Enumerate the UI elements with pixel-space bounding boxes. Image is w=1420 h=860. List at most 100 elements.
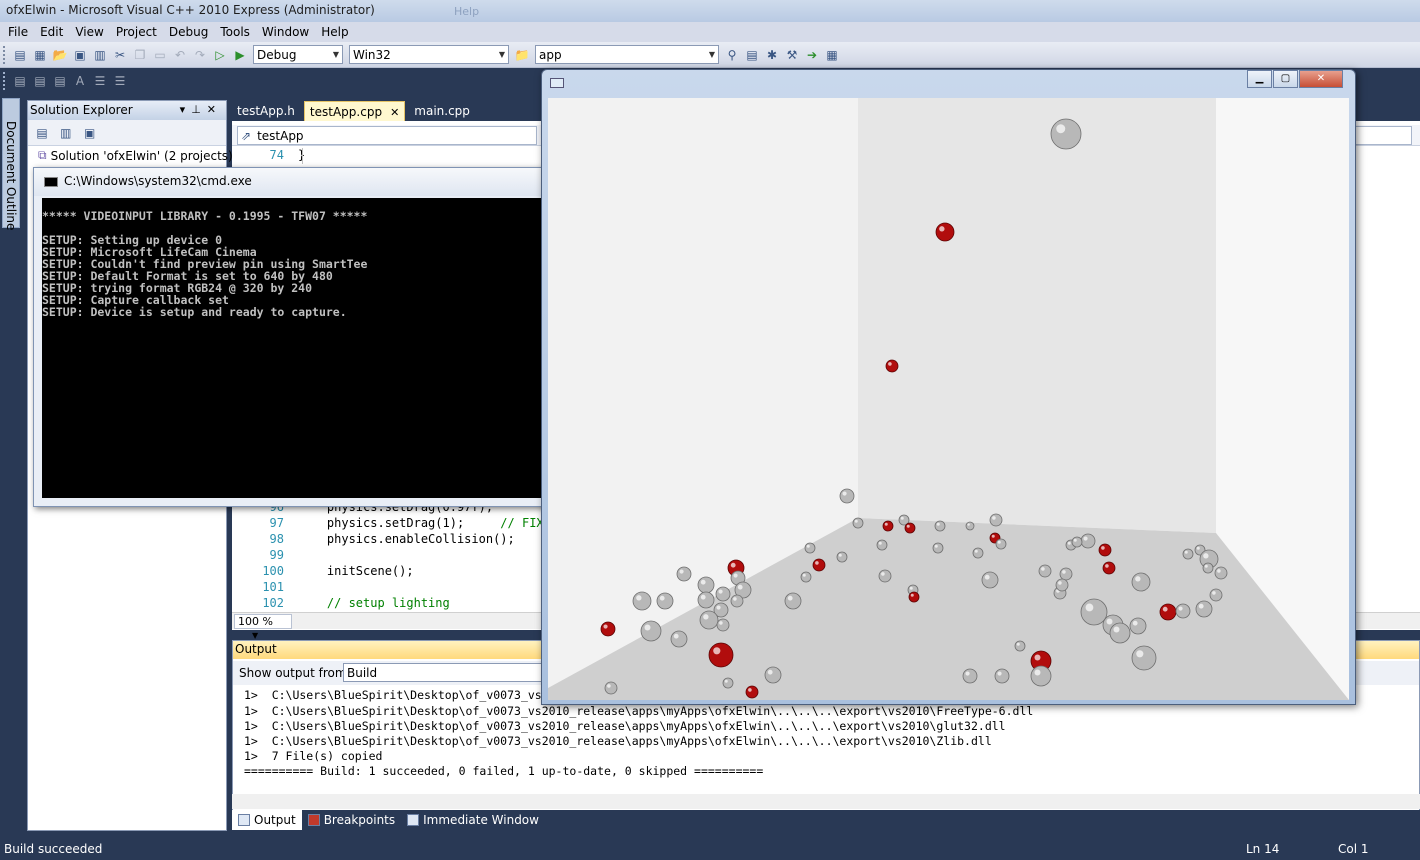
chevron-down-icon: ▼ bbox=[708, 50, 715, 59]
start-icon[interactable]: ▶ bbox=[232, 47, 248, 63]
menu-view[interactable]: View bbox=[69, 23, 109, 41]
ball-highlight bbox=[1196, 546, 1200, 550]
configuration-select[interactable]: Debug ▼ bbox=[253, 45, 343, 64]
minimize-button[interactable]: ▁ bbox=[1247, 70, 1272, 88]
ball-highlight bbox=[1204, 564, 1208, 568]
tab-main-cpp[interactable]: main.cpp bbox=[409, 101, 475, 121]
find-icon[interactable]: ⚲ bbox=[724, 47, 740, 63]
grey-ball bbox=[784, 592, 802, 610]
menu-tools[interactable]: Tools bbox=[214, 23, 256, 41]
ball-highlight bbox=[1113, 626, 1120, 633]
title-bar: ofxElwin - Microsoft Visual C++ 2010 Exp… bbox=[0, 0, 1420, 22]
code-text: physics.setDrag(1); bbox=[298, 516, 501, 530]
ball-highlight bbox=[802, 573, 806, 577]
tab-output[interactable]: Output bbox=[232, 810, 302, 830]
parameter-info-icon[interactable]: ▤ bbox=[32, 73, 48, 89]
ball-highlight bbox=[815, 561, 819, 565]
ofx-app-window[interactable]: ▁ ▢ ✕ bbox=[541, 69, 1356, 705]
toolbar-grip[interactable] bbox=[3, 45, 7, 64]
solution-root-item[interactable]: ⧉ Solution 'ofxElwin' (2 projects) bbox=[38, 148, 233, 163]
line-separator bbox=[302, 148, 303, 164]
close-icon[interactable]: ✕ bbox=[207, 103, 222, 116]
ball-highlight bbox=[787, 595, 793, 601]
platform-select[interactable]: Win32 ▼ bbox=[349, 45, 509, 64]
menu-project[interactable]: Project bbox=[110, 23, 163, 41]
grey-ball bbox=[1214, 566, 1228, 580]
menu-file[interactable]: File bbox=[2, 23, 34, 41]
standard-toolbar: ▤ ▦ 📂 ▣ ▥ ✂ ❐ ▭ ↶ ↷ ▷ ▶ Debug ▼ Win32 ▼ 📁 … bbox=[0, 42, 1420, 68]
start-page-icon[interactable]: ➔ bbox=[804, 47, 820, 63]
line-number: 97 bbox=[269, 516, 284, 530]
menu-edit[interactable]: Edit bbox=[34, 23, 69, 41]
grey-ball bbox=[716, 618, 730, 632]
menu-help[interactable]: Help bbox=[315, 23, 354, 41]
solution-explorer-icon[interactable]: ▤ bbox=[744, 47, 760, 63]
grey-ball bbox=[1109, 622, 1131, 644]
pin-icon[interactable]: ⊥ bbox=[191, 103, 207, 116]
comment-icon[interactable]: ☰ bbox=[92, 73, 108, 89]
ball-highlight bbox=[713, 647, 721, 655]
cmd-title-bar[interactable]: C:\Windows\system32\cmd.exe bbox=[34, 168, 552, 196]
toolbox-icon[interactable]: ⚒ bbox=[784, 47, 800, 63]
red-ball bbox=[1098, 543, 1112, 557]
uncomment-icon[interactable]: ☰ bbox=[112, 73, 128, 89]
solution-root-label: Solution 'ofxElwin' (2 projects) bbox=[50, 148, 233, 163]
word-completion-icon[interactable]: A bbox=[72, 73, 88, 89]
paste-icon[interactable]: ▭ bbox=[152, 47, 168, 63]
grey-ball bbox=[876, 539, 888, 551]
properties-icon[interactable]: ✱ bbox=[764, 47, 780, 63]
status-line: Ln 14 bbox=[1246, 842, 1280, 856]
tab-testapp-cpp[interactable]: testApp.cpp ✕ bbox=[303, 101, 406, 121]
find-combo[interactable]: app ▼ bbox=[535, 45, 719, 64]
grey-ball bbox=[1182, 548, 1194, 560]
output-horizontal-scrollbar[interactable] bbox=[232, 794, 1420, 809]
cmd-window[interactable]: C:\Windows\system32\cmd.exe ***** VIDEOI… bbox=[33, 167, 553, 507]
undo-icon[interactable]: ↶ bbox=[172, 47, 188, 63]
grey-ball bbox=[981, 571, 999, 589]
close-button[interactable]: ✕ bbox=[1299, 70, 1343, 88]
find-in-files-icon[interactable]: 📁 bbox=[514, 47, 530, 63]
menu-debug[interactable]: Debug bbox=[163, 23, 214, 41]
add-item-icon[interactable]: ▦ bbox=[32, 47, 48, 63]
ball-highlight bbox=[679, 569, 684, 574]
new-project-icon[interactable]: ▤ bbox=[12, 47, 28, 63]
save-all-icon[interactable]: ▥ bbox=[92, 47, 108, 63]
ball-highlight bbox=[1162, 606, 1168, 612]
ball-highlight bbox=[910, 593, 914, 597]
solution-explorer-title: Solution Explorer bbox=[30, 103, 133, 117]
cut-icon[interactable]: ✂ bbox=[112, 47, 128, 63]
grey-ball bbox=[1038, 564, 1052, 578]
output-line: ========== Build: 1 succeeded, 0 failed,… bbox=[244, 764, 764, 778]
display-object-info-icon[interactable]: ▤ bbox=[12, 73, 28, 89]
copy-icon[interactable]: ❐ bbox=[132, 47, 148, 63]
document-outline-tab[interactable]: Document Outline bbox=[2, 98, 20, 230]
red-ball bbox=[885, 359, 899, 373]
extension-manager-icon[interactable]: ▦ bbox=[824, 47, 840, 63]
refresh-icon[interactable]: ▣ bbox=[82, 125, 98, 141]
scope-value: testApp bbox=[257, 128, 304, 143]
red-ball bbox=[908, 591, 920, 603]
start-debugging-icon[interactable]: ▷ bbox=[212, 47, 228, 63]
ball-highlight bbox=[965, 671, 970, 676]
ball-highlight bbox=[984, 574, 990, 580]
show-all-files-icon[interactable]: ▥ bbox=[58, 125, 74, 141]
quick-info-icon[interactable]: ▤ bbox=[52, 73, 68, 89]
scope-select[interactable]: ⇗ testApp bbox=[237, 126, 537, 145]
open-file-icon[interactable]: 📂 bbox=[52, 47, 68, 63]
tab-immediate-window[interactable]: Immediate Window bbox=[401, 810, 545, 830]
maximize-button[interactable]: ▢ bbox=[1273, 70, 1298, 88]
toolbar-grip[interactable] bbox=[3, 72, 7, 90]
properties-icon[interactable]: ▤ bbox=[34, 125, 50, 141]
ball-highlight bbox=[1062, 570, 1066, 574]
status-message: Build succeeded bbox=[4, 842, 103, 856]
redo-icon[interactable]: ↷ bbox=[192, 47, 208, 63]
grey-ball bbox=[1080, 598, 1108, 626]
menu-window[interactable]: Window bbox=[256, 23, 315, 41]
tab-testapp-h[interactable]: testApp.h bbox=[232, 101, 300, 121]
save-icon[interactable]: ▣ bbox=[72, 47, 88, 63]
tab-breakpoints[interactable]: Breakpoints bbox=[302, 810, 401, 830]
immediate-window-icon bbox=[407, 814, 420, 826]
zoom-select[interactable]: 100 % ▼ bbox=[234, 614, 292, 640]
close-tab-icon[interactable]: ✕ bbox=[390, 106, 399, 119]
dropdown-icon[interactable]: ▾ bbox=[180, 103, 192, 116]
